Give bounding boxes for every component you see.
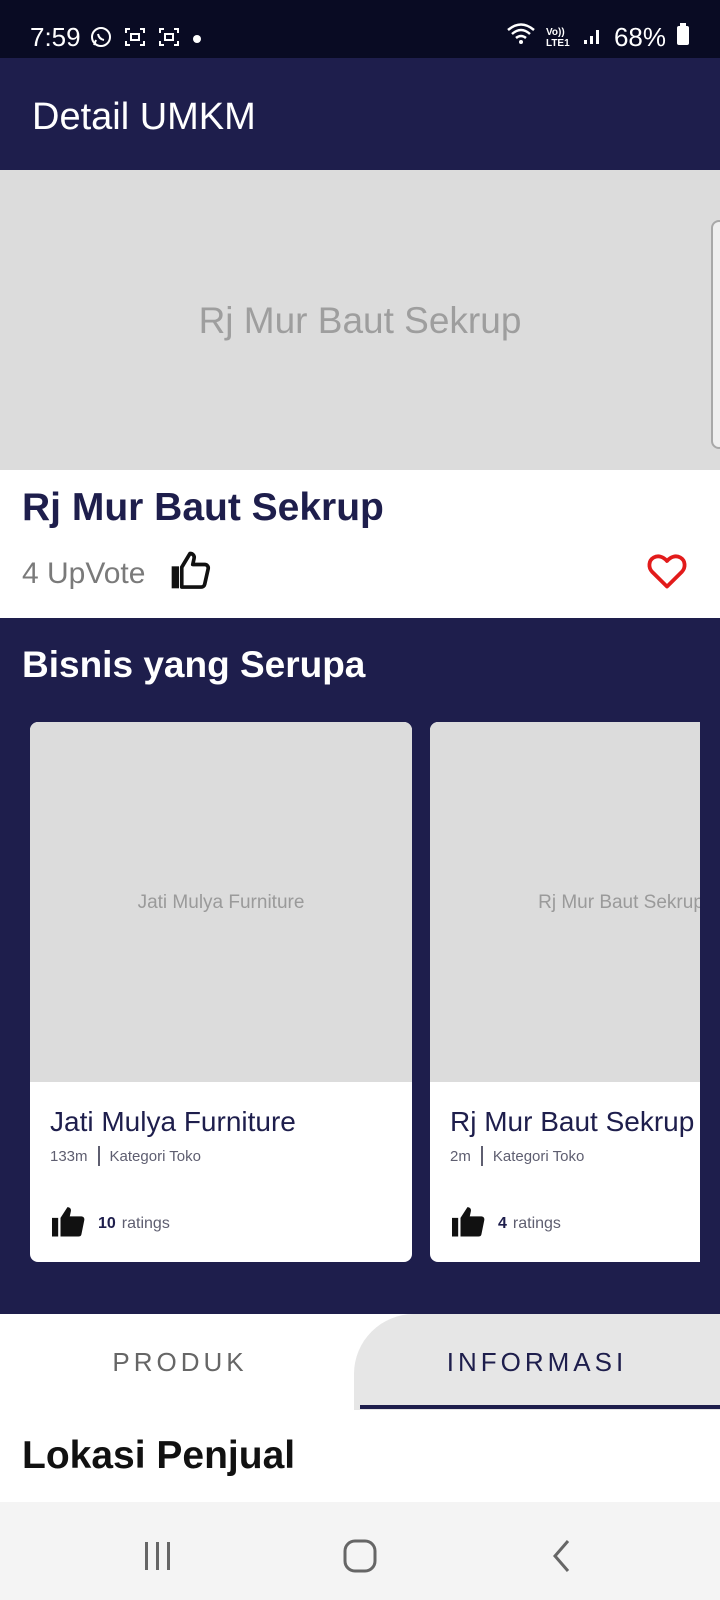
section-title-location: Lokasi Penjual	[22, 1434, 296, 1477]
meta-divider	[97, 1146, 100, 1166]
whatsapp-icon	[90, 26, 112, 53]
section-title-similar: Bisnis yang Serupa	[22, 644, 366, 685]
rating-label: ratings	[121, 1214, 170, 1232]
upvote-count: 4 UpVote	[22, 557, 146, 590]
business-card-image-placeholder: Rj Mur Baut Sekrup	[538, 892, 700, 913]
store-image-placeholder-text: Rj Mur Baut Sekrup	[198, 300, 522, 341]
back-icon[interactable]	[550, 1538, 574, 1579]
tab-selected-indicator	[360, 1405, 720, 1409]
tab-informasi[interactable]: INFORMASI	[354, 1314, 720, 1410]
business-distance: 133m	[50, 1147, 88, 1165]
business-card-image-placeholder: Jati Mulya Furniture	[137, 892, 305, 913]
tab-bar: PRODUK INFORMASI	[0, 1314, 720, 1410]
thumbs-up-icon	[450, 1204, 488, 1243]
business-card-name: Jati Mulya Furniture	[50, 1106, 296, 1137]
screen-record-icon	[158, 26, 180, 53]
thumbs-up-icon[interactable]	[168, 548, 212, 597]
business-rating: 4 ratings	[450, 1204, 561, 1243]
status-time: 7:59	[30, 22, 81, 52]
favorite-heart-icon[interactable]	[646, 552, 688, 595]
business-card[interactable]: Rj Mur Baut Sekrup Rj Mur Baut Sekrup 2m…	[430, 722, 700, 1262]
notification-dot-icon	[192, 31, 202, 49]
business-card-name: Rj Mur Baut Sekrup	[450, 1106, 695, 1137]
image-scroll-indicator[interactable]	[711, 220, 720, 449]
signal-icon	[582, 22, 604, 53]
business-card-meta: 2m Kategori Toko	[450, 1146, 584, 1166]
tab-produk[interactable]: PRODUK	[0, 1314, 360, 1410]
battery-level: 68%	[613, 22, 666, 52]
meta-divider	[480, 1146, 483, 1166]
rating-count: 4	[498, 1214, 507, 1232]
business-card[interactable]: Jati Mulya Furniture Jati Mulya Furnitur…	[30, 722, 412, 1262]
business-category: Kategori Toko	[109, 1147, 201, 1165]
network-type-label: Vo)) LTE1	[545, 26, 570, 49]
recent-apps-icon[interactable]	[142, 1540, 174, 1577]
screen-record-icon	[124, 26, 146, 53]
status-notification-icons	[90, 26, 202, 53]
status-system-icons: Vo)) LTE1 68%	[506, 22, 690, 53]
home-icon[interactable]	[342, 1538, 378, 1579]
rating-label: ratings	[512, 1214, 561, 1232]
rating-count: 10	[98, 1214, 116, 1232]
similar-businesses-carousel[interactable]: Jati Mulya Furniture Jati Mulya Furnitur…	[0, 722, 700, 1262]
business-category: Kategori Toko	[492, 1147, 585, 1165]
store-name: Rj Mur Baut Sekrup	[22, 486, 384, 529]
battery-icon	[676, 22, 690, 53]
wifi-icon	[506, 22, 536, 53]
business-card-meta: 133m Kategori Toko	[50, 1146, 201, 1166]
business-rating: 10 ratings	[50, 1204, 170, 1243]
thumbs-up-icon	[50, 1204, 88, 1243]
page-title: Detail UMKM	[32, 96, 256, 138]
business-distance: 2m	[450, 1147, 471, 1165]
